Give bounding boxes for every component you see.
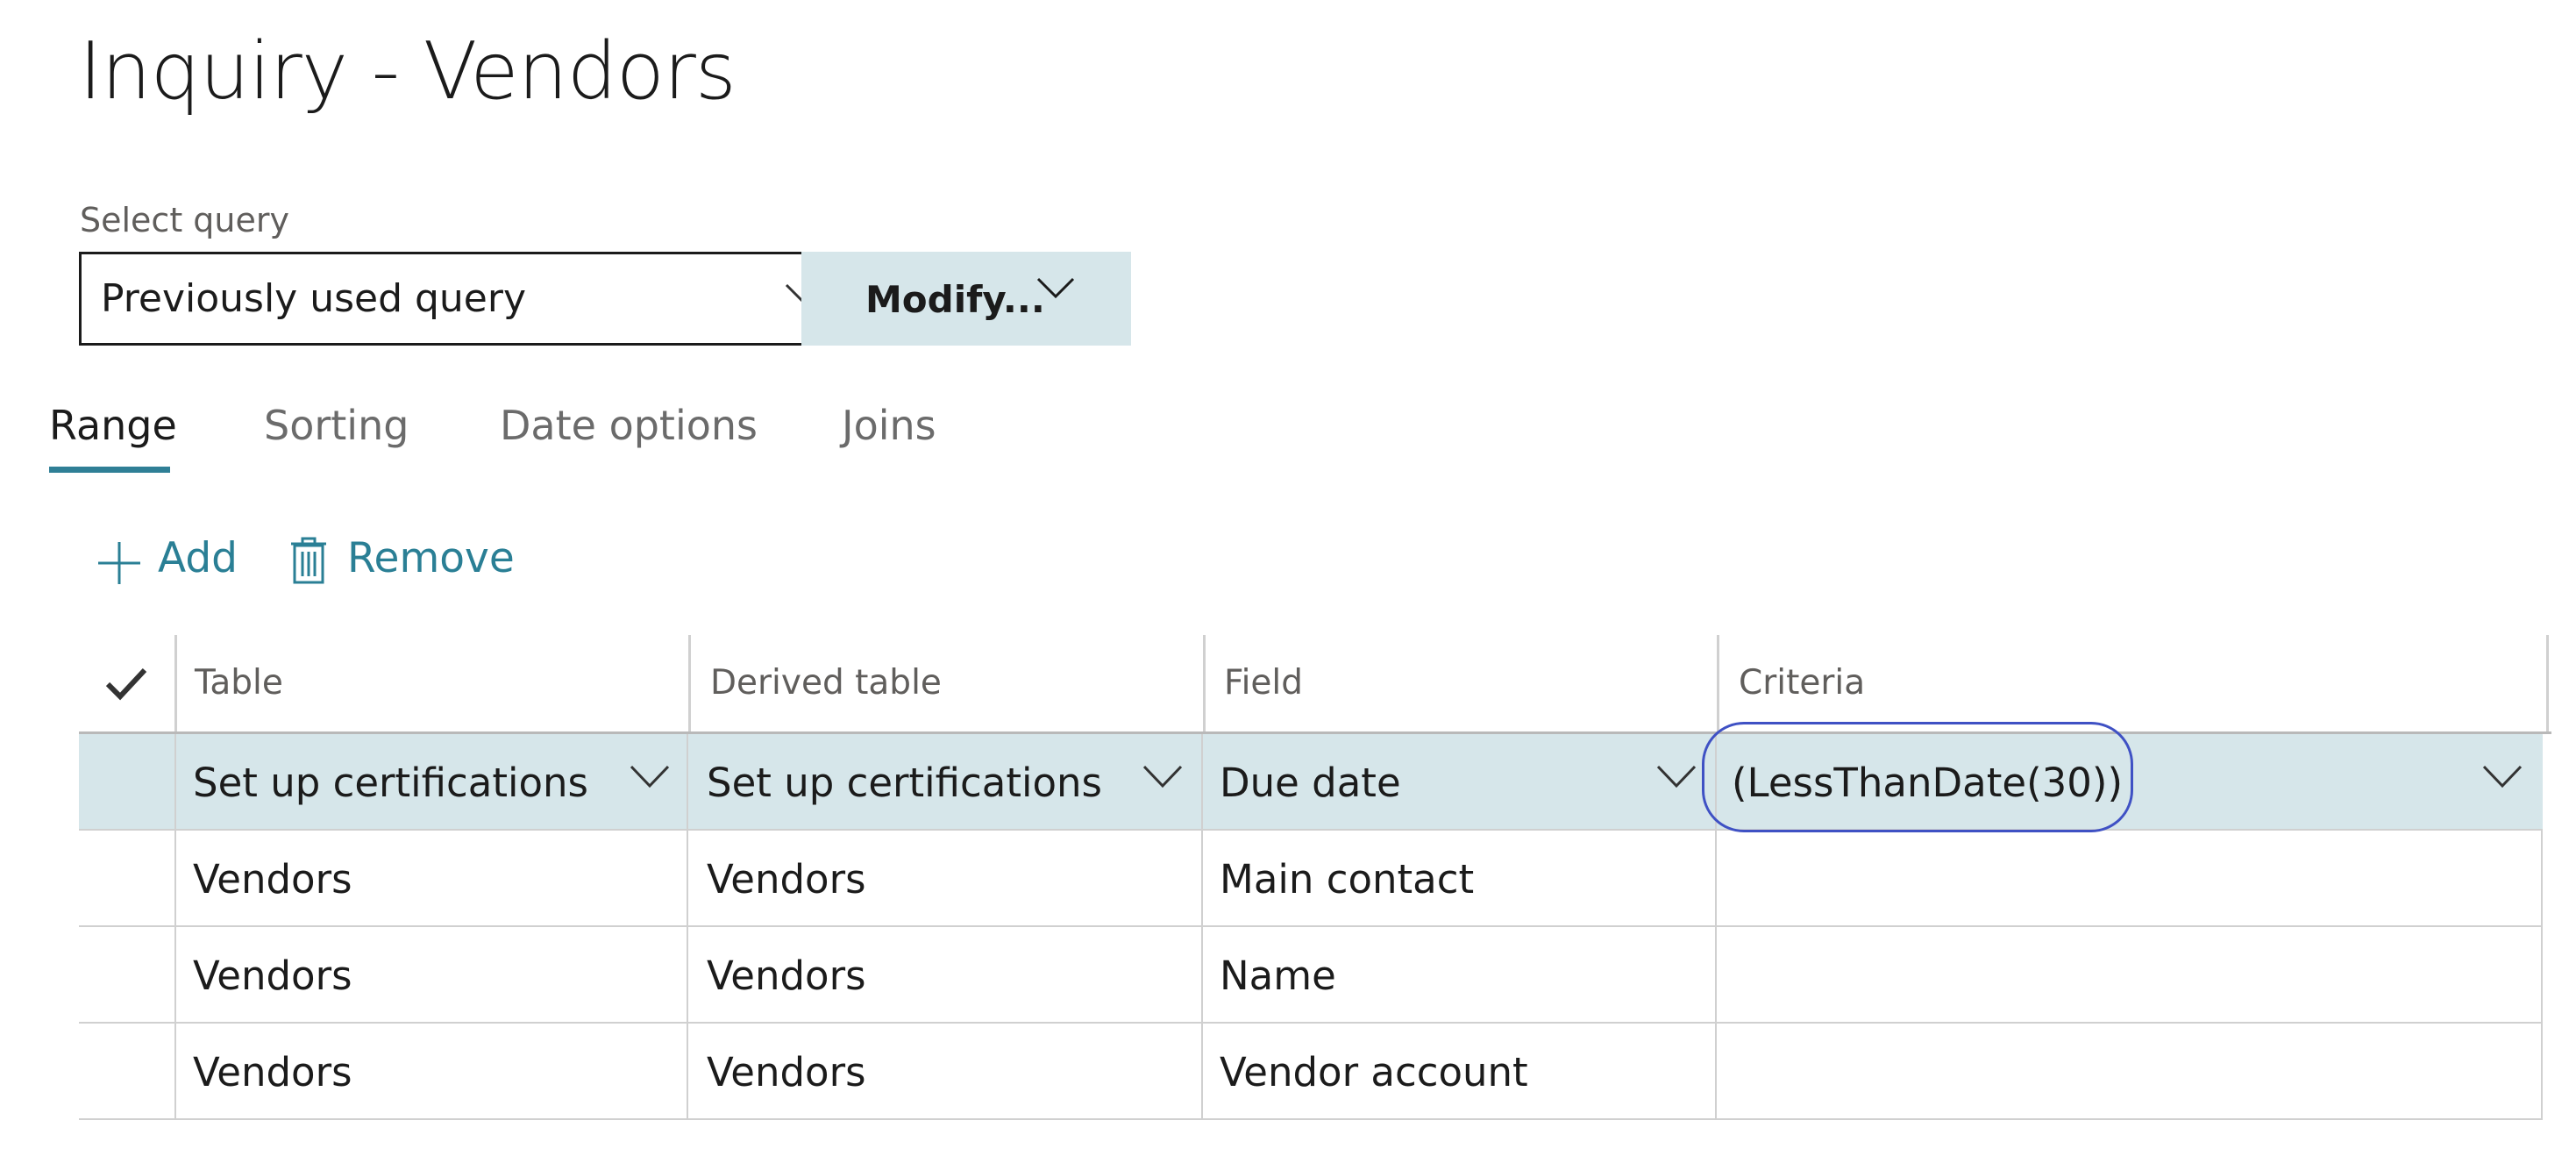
column-divider [174,1024,176,1120]
column-divider [687,1024,688,1120]
select-query-value: Previously used query [101,276,527,321]
column-divider [2541,1024,2543,1120]
table-row[interactable]: Vendors Vendors Name [79,927,2543,1024]
column-divider [1203,635,1206,731]
chevron-down-icon [1036,276,1075,299]
column-divider [2541,831,2543,927]
cell-derived-table[interactable]: Vendors [707,1024,866,1118]
chevron-down-icon[interactable] [2482,764,2523,789]
column-divider [1715,831,1717,927]
cell-table[interactable]: Vendors [193,927,352,1022]
table-row[interactable]: Vendors Vendors Main contact [79,831,2543,927]
tab-range[interactable]: Range [49,390,177,469]
column-header-criteria[interactable]: Criteria [1739,635,1865,731]
column-divider [174,831,176,927]
column-divider [174,927,176,1024]
tab-sorting[interactable]: Sorting [264,390,409,469]
cell-table[interactable]: Vendors [193,1024,352,1118]
column-divider [1201,831,1203,927]
page-title: Inquiry - Vendors [79,25,737,118]
column-header-derived-table[interactable]: Derived table [710,635,942,731]
column-divider [174,734,176,831]
cell-derived-table[interactable]: Vendors [707,927,866,1022]
chevron-down-icon[interactable] [1142,764,1183,789]
column-divider [174,635,177,731]
trash-icon [289,533,328,609]
column-divider [687,734,688,831]
column-divider [1201,927,1203,1024]
modify-button-label: Modify... [865,278,1045,321]
grid-header: Table Derived table Field Criteria [79,635,2551,734]
cell-field[interactable]: Main contact [1220,831,1474,925]
cell-field[interactable]: Due date [1220,734,1401,829]
add-button[interactable]: Add [96,521,246,596]
cell-field[interactable]: Vendor account [1220,1024,1528,1118]
column-header-field[interactable]: Field [1224,635,1303,731]
table-row[interactable]: Vendors Vendors Vendor account [79,1024,2543,1120]
cell-table[interactable]: Vendors [193,831,352,925]
cell-table[interactable]: Set up certifications [193,734,588,829]
active-tab-indicator [49,467,170,473]
column-divider [2546,635,2549,731]
table-row[interactable]: Set up certifications Set up certificati… [79,734,2543,831]
column-divider [2541,927,2543,1024]
column-divider [1201,1024,1203,1120]
column-divider [1201,734,1203,831]
select-query-dropdown[interactable]: Previously used query [79,252,849,346]
cell-derived-table[interactable]: Vendors [707,831,866,925]
column-divider [687,831,688,927]
column-divider [687,927,688,1024]
column-divider [1715,734,1717,831]
column-divider [688,635,691,731]
column-divider [1717,635,1719,731]
modify-button[interactable]: Modify... [801,252,1131,346]
select-query-label: Select query [80,201,290,239]
cell-field[interactable]: Name [1220,927,1336,1022]
column-header-table[interactable]: Table [195,635,283,731]
plus-icon [96,535,142,610]
tab-date-options[interactable]: Date options [500,390,758,469]
add-button-label: Add [158,534,238,582]
column-divider [1715,1024,1717,1120]
column-divider [1715,927,1717,1024]
cell-criteria[interactable]: (LessThanDate(30)) [1732,734,2123,829]
checkmark-icon[interactable] [105,667,147,705]
remove-button[interactable]: Remove [289,521,517,596]
cell-derived-table[interactable]: Set up certifications [707,734,1102,829]
chevron-down-icon[interactable] [630,764,670,789]
inquiry-page: Inquiry - Vendors Select query Previousl… [0,0,2576,1156]
tab-joins[interactable]: Joins [842,390,936,469]
remove-button-label: Remove [347,534,515,582]
chevron-down-icon[interactable] [1656,764,1697,789]
